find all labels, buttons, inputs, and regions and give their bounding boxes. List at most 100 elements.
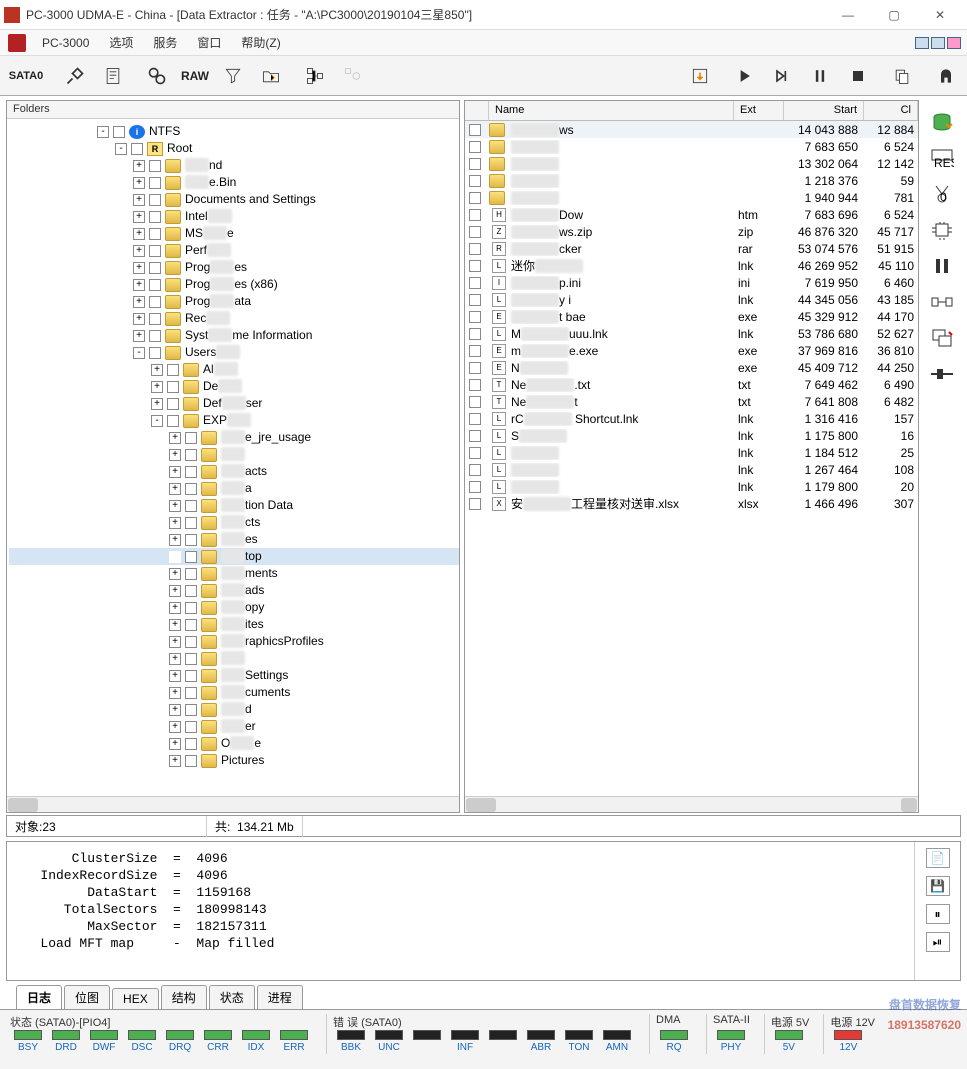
pause2-icon[interactable] [926,252,958,280]
tree-row[interactable]: +xxxxe_jre_usage [9,429,459,446]
file-row[interactable]: xxxxxxxx1 218 37659 [465,172,918,189]
tree-row[interactable]: +Pictures [9,752,459,769]
log-pause-icon[interactable]: ⏸ [926,904,950,924]
tree-row[interactable]: +Progxxxxes [9,259,459,276]
file-row[interactable]: TNexxxxxxxxttxt7 641 8086 482 [465,393,918,410]
filter-down-icon[interactable] [215,59,251,93]
tab-struct[interactable]: 结构 [161,985,207,1009]
tree-row[interactable]: +xxxx [9,446,459,463]
tree-row[interactable]: +xxxxa [9,480,459,497]
file-checkbox[interactable] [469,413,481,425]
log-new-icon[interactable]: 📄 [926,848,950,868]
tree-row[interactable]: +xxxxcuments [9,684,459,701]
file-checkbox[interactable] [469,362,481,374]
tree-expander[interactable]: + [169,755,181,767]
tree-checkbox[interactable] [167,415,179,427]
file-hscroll[interactable] [465,796,918,812]
file-row[interactable]: Emxxxxxxxxe.exeexe37 969 81636 810 [465,342,918,359]
file-row[interactable]: LrCxxxxxxxx Shortcut.lnklnk1 316 416157 [465,410,918,427]
tree-expander[interactable]: + [133,160,145,172]
mdi-close[interactable] [947,37,961,49]
file-checkbox[interactable] [469,311,481,323]
col-ext[interactable]: Ext [734,101,784,120]
tree-row[interactable]: +Oxxxxe [9,735,459,752]
tree-expander[interactable]: + [169,670,181,682]
col-start[interactable]: Start [784,101,864,120]
file-checkbox[interactable] [469,498,481,510]
tree-checkbox[interactable] [149,279,161,291]
tree-expander[interactable]: + [169,687,181,699]
tree-expander[interactable]: + [169,534,181,546]
tree-row[interactable]: +Defxxxxser [9,395,459,412]
menu-options[interactable]: 选项 [99,32,143,53]
tree-row[interactable]: +Dexxxx [9,378,459,395]
tree-scroll[interactable]: -iNTFS-RRoot+xxxxnd+xxxxe.Bin+Documents … [7,119,459,796]
log-save-icon[interactable]: 💾 [926,876,950,896]
tree-row[interactable]: +xxxxites [9,616,459,633]
tree-expander[interactable]: + [169,636,181,648]
file-row[interactable]: Exxxxxxxxt baeexe45 329 91244 170 [465,308,918,325]
tree-row[interactable]: +Alxxxx [9,361,459,378]
file-row[interactable]: ENxxxxxxxxexe45 409 71244 250 [465,359,918,376]
tree-checkbox[interactable] [185,755,197,767]
tree-checkbox[interactable] [149,211,161,223]
tree-row[interactable]: +xxxxacts [9,463,459,480]
tree-checkbox[interactable] [185,534,197,546]
file-row[interactable]: Lxxxxxxxxy ilnk44 345 05643 185 [465,291,918,308]
reset-icon[interactable]: RESET [926,144,958,172]
tree-checkbox[interactable] [185,483,197,495]
file-checkbox[interactable] [469,124,481,136]
file-checkbox[interactable] [469,447,481,459]
tree-expander[interactable]: + [169,466,181,478]
tree-checkbox[interactable] [167,398,179,410]
tree-expander[interactable]: + [169,568,181,580]
file-checkbox[interactable] [469,260,481,272]
tree-expander[interactable]: + [169,517,181,529]
tree-checkbox[interactable] [185,704,197,716]
file-row[interactable]: xxxxxxxx7 683 6506 524 [465,138,918,155]
file-checkbox[interactable] [469,294,481,306]
menu-appname[interactable]: PC-3000 [32,34,99,52]
script-icon[interactable] [95,59,131,93]
file-row[interactable]: Lxxxxxxxxlnk1 179 80020 [465,478,918,495]
tree-row[interactable]: +Intelxxxx [9,208,459,225]
file-checkbox[interactable] [469,158,481,170]
tree-checkbox[interactable] [185,551,197,563]
tree-checkbox[interactable] [149,228,161,240]
file-checkbox[interactable] [469,345,481,357]
col-name[interactable]: Name [489,101,734,120]
file-row[interactable]: xxxxxxxx1 940 944781 [465,189,918,206]
tree-expander[interactable]: + [133,313,145,325]
step-icon[interactable] [764,59,800,93]
menu-help[interactable]: 帮助(Z) [231,32,290,53]
tree-hscroll[interactable] [7,796,459,812]
file-row[interactable]: X安xxxxxxxx工程量核对送审.xlsxxlsx1 466 496307 [465,495,918,512]
file-row[interactable]: TNexxxxxxxx.txttxt7 649 4626 490 [465,376,918,393]
tree-expander[interactable]: + [169,704,181,716]
tree-checkbox[interactable] [185,602,197,614]
tree-row[interactable]: +xxxxnd [9,157,459,174]
tree-expander[interactable]: + [169,653,181,665]
tree-checkbox[interactable] [185,500,197,512]
file-checkbox[interactable] [469,243,481,255]
tree-checkbox[interactable] [149,330,161,342]
minimize-button[interactable]: — [825,1,871,29]
tree-row[interactable]: +xxxxd [9,701,459,718]
tab-state[interactable]: 状态 [209,985,255,1009]
file-row[interactable]: Lxxxxxxxxlnk1 184 51225 [465,444,918,461]
tree-checkbox[interactable] [185,670,197,682]
tree-row[interactable]: +xxxxments [9,565,459,582]
tab-bitmap[interactable]: 位图 [64,985,110,1009]
tree-checkbox[interactable] [185,432,197,444]
tree-expander[interactable]: + [133,211,145,223]
windows-icon[interactable] [926,324,958,352]
tree-expander[interactable] [169,551,181,563]
tree-expander[interactable]: + [133,262,145,274]
tree-expander[interactable]: + [133,330,145,342]
tree-row[interactable]: +xxxxads [9,582,459,599]
tree-row[interactable]: +xxxxtion Data [9,497,459,514]
file-row[interactable]: LSxxxxxxxxlnk1 175 80016 [465,427,918,444]
play-icon[interactable] [726,59,762,93]
tree-checkbox[interactable] [185,449,197,461]
log-pin-icon[interactable]: ⏯ [926,932,950,952]
